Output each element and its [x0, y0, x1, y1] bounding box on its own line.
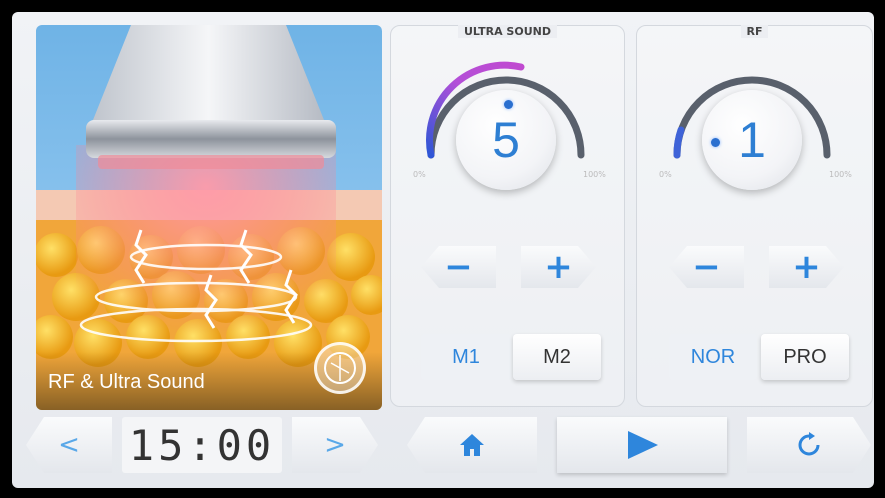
home-button[interactable] — [407, 417, 537, 473]
rf-title: RF — [740, 25, 769, 38]
rf-decrease-button[interactable]: − — [669, 246, 744, 288]
timer-next-button[interactable]: > — [292, 417, 378, 473]
timer-prev-button[interactable]: < — [26, 417, 112, 473]
ultrasound-increase-button[interactable]: + — [521, 246, 596, 288]
rf-panel: RF 1 0% 100% − + NOR PRO — [636, 25, 873, 407]
rf-level-indicator — [711, 138, 720, 147]
ultrasound-mode-m2[interactable]: M2 — [513, 334, 601, 380]
ultrasound-title: ULTRA SOUND — [458, 25, 557, 38]
treatment-illustration: RF & Ultra Sound — [36, 25, 382, 410]
minus-icon: − — [692, 247, 721, 287]
ultrasound-panel: ULTRA SOUND 5 0% 100% − + M1 M2 — [390, 25, 625, 407]
rf-min-label: 0% — [659, 170, 672, 179]
timer-display: 15:00 — [122, 417, 282, 473]
handpiece-icon — [314, 342, 366, 394]
play-icon — [628, 431, 658, 459]
chevron-right-icon: > — [324, 430, 346, 460]
chevron-left-icon: < — [58, 430, 80, 460]
rf-max-label: 100% — [829, 170, 852, 179]
start-button[interactable] — [557, 417, 727, 473]
rf-gauge: 1 0% 100% — [657, 50, 852, 220]
rf-mode-pro[interactable]: PRO — [761, 334, 849, 380]
ultrasound-level-value: 5 — [492, 112, 520, 168]
ultrasound-decrease-button[interactable]: − — [421, 246, 496, 288]
plus-icon: + — [544, 247, 573, 287]
refresh-icon — [796, 432, 822, 458]
ultrasound-min-label: 0% — [413, 170, 426, 179]
device-screen: RF & Ultra Sound ULTRA SOUND 5 0% 100% −… — [12, 12, 874, 488]
minus-icon: − — [444, 247, 473, 287]
reset-button[interactable] — [747, 417, 871, 473]
ultrasound-mode-m1[interactable]: M1 — [421, 334, 511, 380]
rf-increase-button[interactable]: + — [769, 246, 844, 288]
home-icon — [460, 434, 484, 456]
ultrasound-max-label: 100% — [583, 170, 606, 179]
ultrasound-level-indicator — [504, 100, 513, 109]
ultrasound-gauge: 5 0% 100% — [411, 50, 606, 220]
hero-caption: RF & Ultra Sound — [48, 371, 205, 393]
timer-value: 15:00 — [128, 420, 276, 470]
plus-icon: + — [792, 247, 821, 287]
handpiece-icon-graphic — [324, 352, 356, 384]
rf-mode-nor[interactable]: NOR — [669, 334, 757, 380]
